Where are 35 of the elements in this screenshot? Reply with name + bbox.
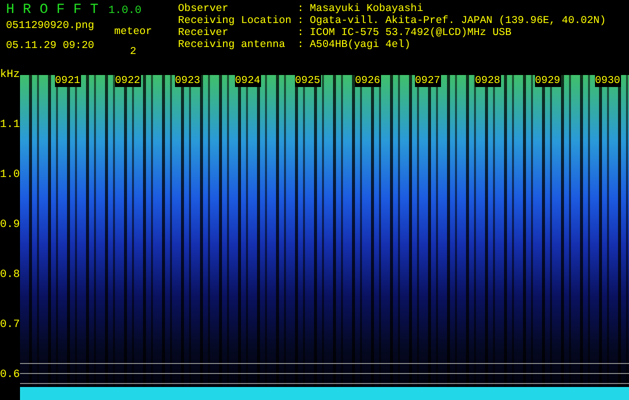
time-label: 0923 xyxy=(175,75,201,87)
app-name: H R O F F T xyxy=(6,2,98,18)
date-time: 05.11.29 09:20 xyxy=(6,40,94,52)
info-separator: : xyxy=(297,3,304,15)
info-value: A504HB(yagi 4el) xyxy=(310,39,412,51)
frequency-label: 0.7 xyxy=(0,318,20,333)
info-value: ICOM IC-575 53.7492(@LCD)MHz USB xyxy=(310,27,512,39)
time-label: 0926 xyxy=(355,75,381,87)
info-label: Receiver xyxy=(178,27,230,39)
frequency-label: 1.0 xyxy=(0,168,20,183)
time-label: 0928 xyxy=(475,75,501,87)
time-label: 0930 xyxy=(595,75,621,87)
frequency-label: 0.9 xyxy=(0,218,20,233)
info-separator: : xyxy=(297,15,304,27)
frequency-label: 1.1 xyxy=(0,118,20,133)
info-value: Masayuki Kobayashi xyxy=(310,3,424,15)
meteor-count: 2 xyxy=(130,46,136,58)
time-label: 0924 xyxy=(235,75,261,87)
time-label: 0927 xyxy=(415,75,441,87)
time-label: 0922 xyxy=(115,75,141,87)
info-label: Observer xyxy=(178,3,230,15)
time-label: 0929 xyxy=(535,75,561,87)
info-separator: : xyxy=(297,39,304,51)
frequency-label: 0.8 xyxy=(0,268,20,283)
info-separator: : xyxy=(297,27,304,39)
frequency-unit: kHz xyxy=(0,69,20,81)
time-label: 0921 xyxy=(55,75,81,87)
meteor-label: meteor xyxy=(114,26,152,38)
info-value: Ogata-vill. Akita-Pref. JAPAN (139.96E, 40.02N) xyxy=(310,15,606,27)
app-version: 1.0.0 xyxy=(108,5,142,17)
info-label: Receiving antenna xyxy=(178,39,286,51)
time-label: 0925 xyxy=(295,75,321,87)
file-name: 0511290920.png xyxy=(6,20,94,32)
frequency-label: 0.6 xyxy=(0,368,20,383)
info-label: Receiving Location xyxy=(178,15,292,27)
